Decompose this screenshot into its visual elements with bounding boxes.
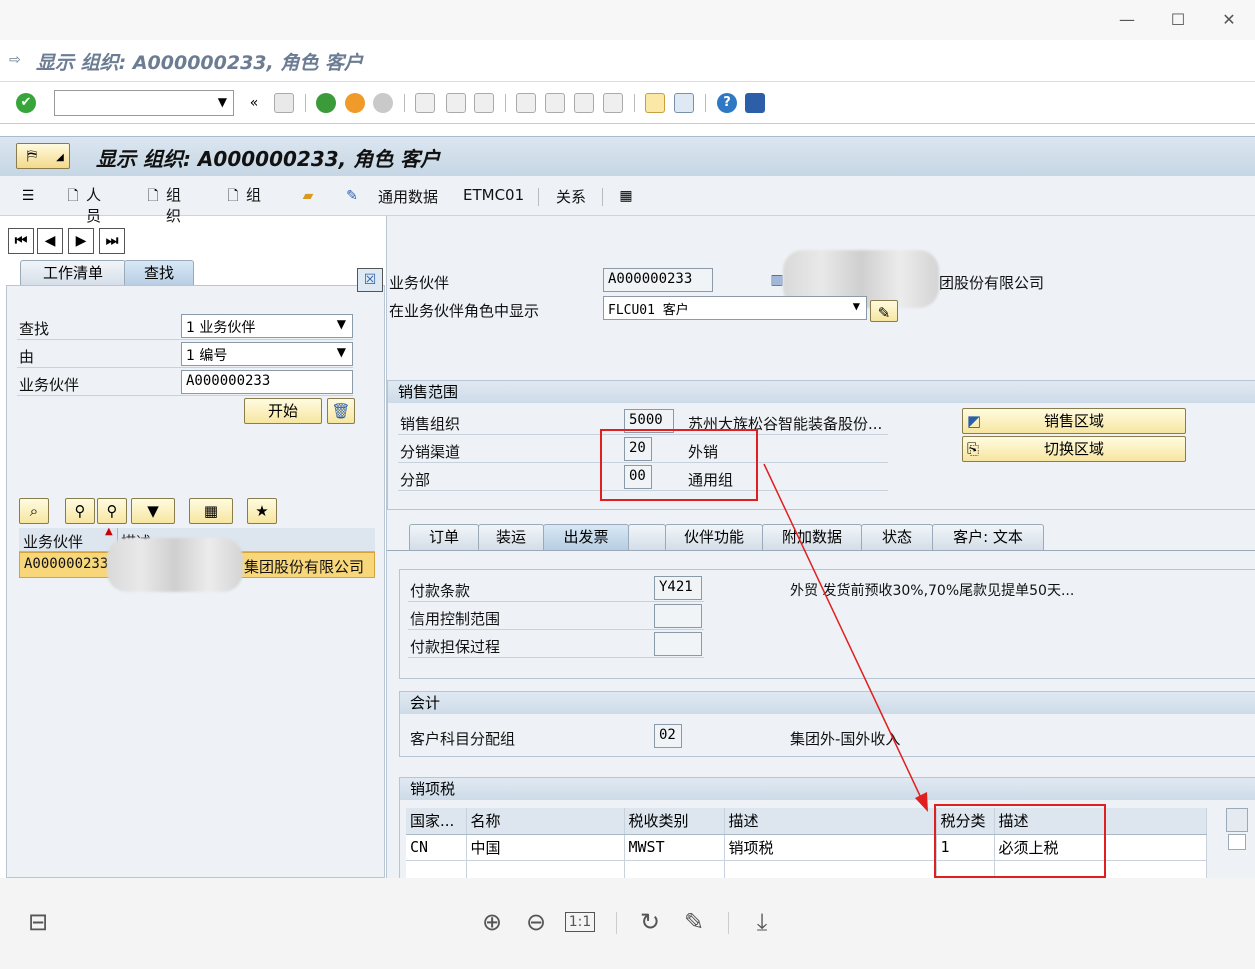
actual-size-icon[interactable]: 1:1 [564,906,596,938]
viewer-toolbar: ⊟ ⊕ ⊖ 1:1 ↻ ✎ ⤓ [0,878,1255,969]
document-viewer: — ☐ ✕ ⇨ 显示 组织: A000000233, 角色 客户 ✔ ▼ « ?… [0,0,1255,969]
rotate-icon[interactable]: ↻ [634,906,666,938]
maximize-button[interactable]: ☐ [1165,8,1191,32]
sap-window: ⇨ 显示 组织: A000000233, 角色 客户 ✔ ▼ « ? ⛿ ◢ 显… [0,40,1255,878]
minimize-button[interactable]: — [1114,8,1140,32]
zoom-out-icon[interactable]: ⊖ [520,906,552,938]
close-button[interactable]: ✕ [1216,8,1242,32]
viewer-title-bar: — ☐ ✕ [0,0,1255,40]
edit-icon[interactable]: ✎ [678,906,710,938]
annotation-arrow [763,463,928,812]
download-icon[interactable]: ⤓ [746,906,778,938]
thumbnail-icon[interactable]: ⊟ [22,906,54,938]
zoom-in-icon[interactable]: ⊕ [476,906,508,938]
